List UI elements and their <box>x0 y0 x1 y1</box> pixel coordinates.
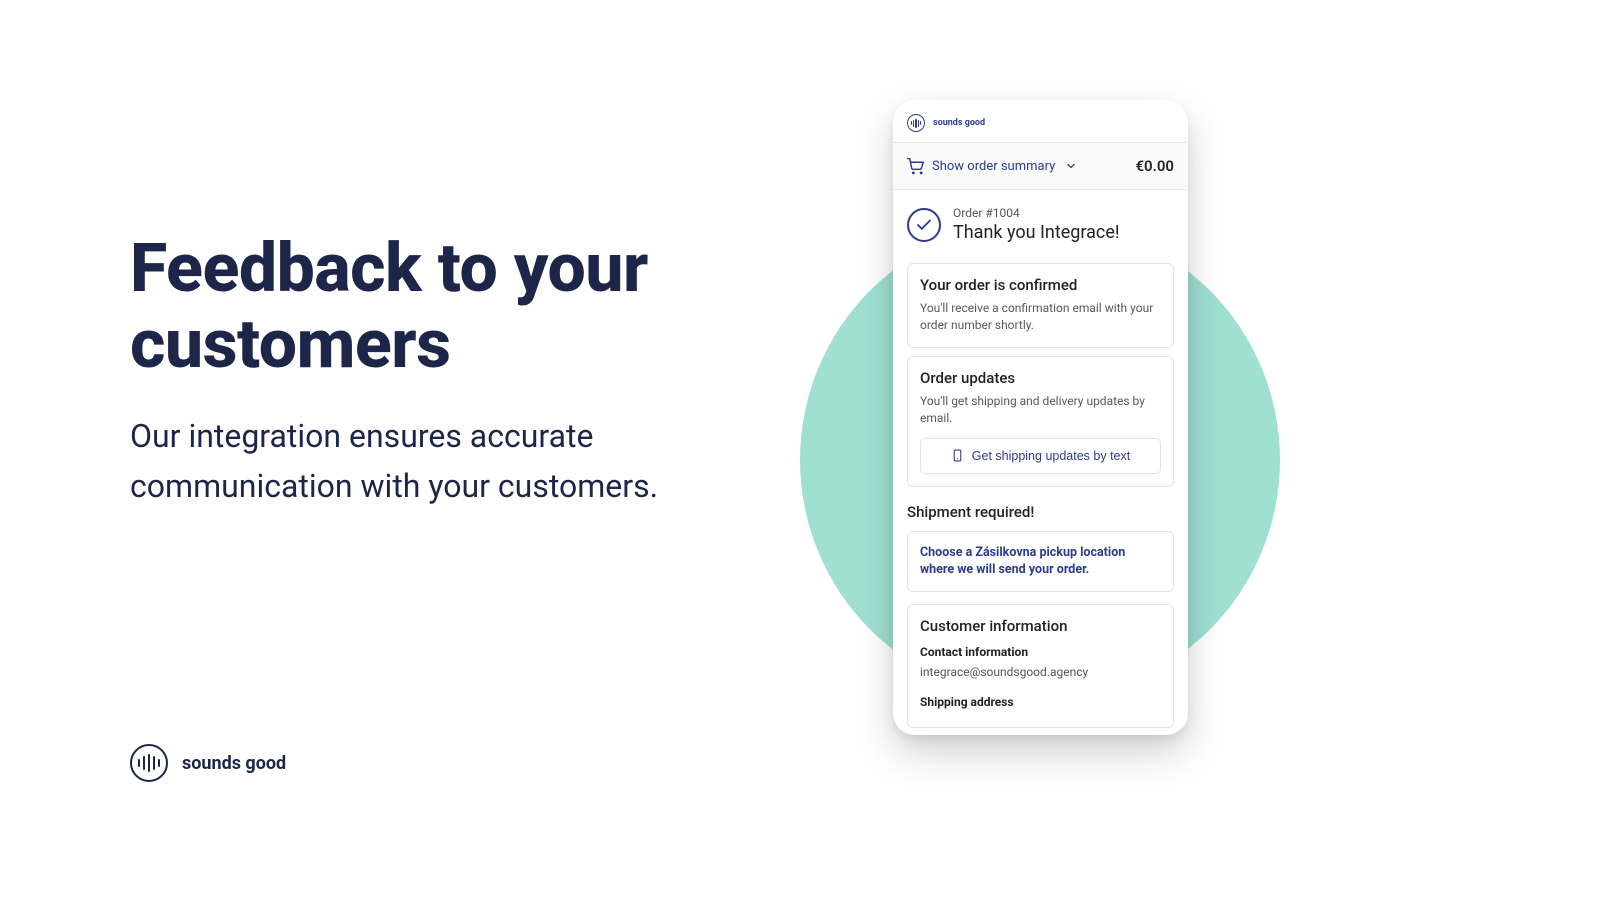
shipment-required-heading: Shipment required! <box>907 503 1174 521</box>
customer-information-title: Customer information <box>920 617 1161 635</box>
store-brand-name: sounds good <box>933 118 985 128</box>
chevron-down-icon <box>1065 160 1077 172</box>
order-summary-label: Show order summary <box>932 159 1055 174</box>
order-updates-card: Order updates You'll get shipping and de… <box>907 356 1174 487</box>
order-summary-toggle[interactable]: Show order summary €0.00 <box>893 142 1188 190</box>
shipping-address-label: Shipping address <box>920 695 1161 709</box>
shipment-instruction-card[interactable]: Choose a Zásilkovna pickup location wher… <box>907 531 1174 592</box>
check-circle-icon <box>907 208 941 242</box>
sound-bars-logo-icon <box>130 744 168 782</box>
order-confirmed-title: Your order is confirmed <box>920 276 1161 294</box>
contact-email: integrace@soundsgood.agency <box>920 665 1161 679</box>
thank-you-header: Order #1004 Thank you Integrace! <box>893 190 1188 255</box>
customer-information-card: Customer information Contact information… <box>907 604 1174 728</box>
order-updates-body: You'll get shipping and delivery updates… <box>920 393 1161 428</box>
thank-you-text: Thank you Integrace! <box>953 222 1120 243</box>
headline: Feedback to your customers <box>130 230 830 382</box>
get-text-updates-label: Get shipping updates by text <box>972 449 1130 463</box>
order-updates-title: Order updates <box>920 369 1161 387</box>
get-text-updates-button[interactable]: Get shipping updates by text <box>920 438 1161 474</box>
order-confirmed-body: You'll receive a confirmation email with… <box>920 300 1161 335</box>
order-number-label: Order #1004 <box>953 206 1120 220</box>
marketing-slide: Feedback to your customers Our integrati… <box>0 0 1600 900</box>
store-brand: sounds good <box>893 100 1188 142</box>
sound-bars-logo-icon <box>907 114 925 132</box>
order-total: €0.00 <box>1135 157 1174 175</box>
shipment-required-title: Shipment required! <box>907 503 1174 521</box>
phone-mockup: sounds good Show order summary €0.00 <box>893 100 1188 735</box>
subheadline: Our integration ensures accurate communi… <box>130 412 810 511</box>
brand-name: sounds good <box>182 753 286 774</box>
cart-icon <box>907 158 924 175</box>
shipment-instruction-text: Choose a Zásilkovna pickup location wher… <box>920 544 1161 579</box>
phone-icon <box>951 449 964 462</box>
brand-mark: sounds good <box>130 744 286 782</box>
contact-information-label: Contact information <box>920 645 1161 659</box>
order-confirmed-card: Your order is confirmed You'll receive a… <box>907 263 1174 348</box>
